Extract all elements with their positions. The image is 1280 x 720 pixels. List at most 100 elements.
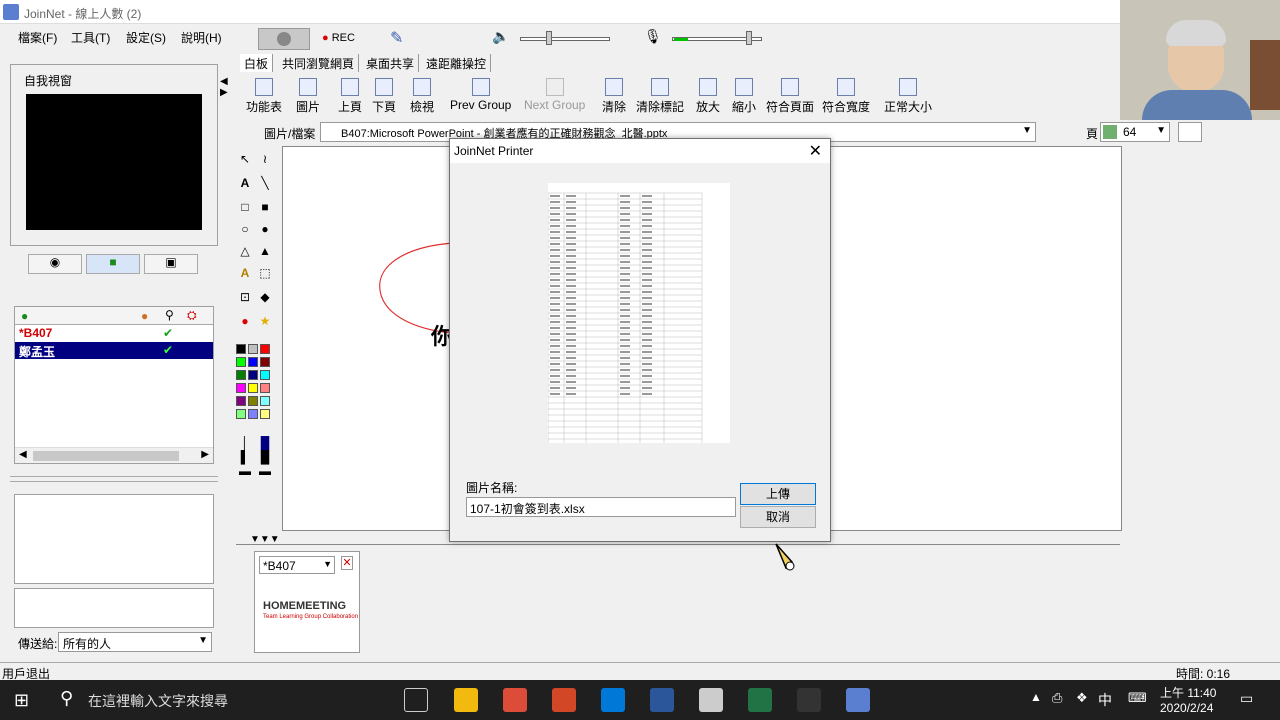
ribbon-button[interactable]: 縮小 bbox=[732, 74, 756, 118]
image-name-input[interactable]: 107-1初會簽到表.xlsx bbox=[466, 497, 736, 517]
color-swatch[interactable] bbox=[236, 344, 246, 354]
horizontal-scrollbar[interactable]: ◀ ▶ bbox=[15, 447, 213, 463]
ellipse-outline-icon[interactable]: ○ bbox=[236, 220, 254, 238]
color-swatch[interactable] bbox=[260, 396, 270, 406]
camera-toggle-button[interactable]: ◉ bbox=[28, 254, 82, 274]
ribbon-button[interactable]: 清除標記 bbox=[636, 74, 684, 118]
eraser-icon[interactable]: ◆ bbox=[256, 288, 274, 306]
ribbon-button[interactable]: 圖片 bbox=[296, 74, 320, 118]
rectangle-outline-icon[interactable]: □ bbox=[236, 198, 254, 216]
user-card-select[interactable]: *B407 ▼ bbox=[259, 556, 335, 574]
powerpoint-icon[interactable] bbox=[552, 688, 576, 712]
show-hidden-icons[interactable]: ▲ bbox=[1030, 690, 1042, 704]
tab-desktop-share[interactable]: 桌面共享 bbox=[362, 54, 420, 72]
printer-icon[interactable]: ⎙ bbox=[1052, 690, 1062, 706]
chat-input[interactable] bbox=[14, 588, 214, 628]
color-swatch[interactable] bbox=[260, 344, 270, 354]
color-swatch[interactable] bbox=[248, 396, 258, 406]
color-swatch[interactable] bbox=[260, 383, 270, 393]
color-swatch[interactable] bbox=[248, 344, 258, 354]
taskbar-date[interactable]: 2020/2/24 bbox=[1160, 701, 1213, 715]
highlight-text-icon[interactable]: A bbox=[236, 264, 254, 282]
ribbon-button[interactable]: 符合寬度 bbox=[822, 74, 870, 118]
speaker-icon[interactable]: 🔈 bbox=[492, 28, 512, 50]
ribbon-button[interactable]: 下頁 bbox=[372, 74, 396, 118]
list-item[interactable]: *B407 ✔ bbox=[15, 325, 213, 342]
splitter[interactable] bbox=[10, 476, 218, 482]
windows-start-icon[interactable]: ⊞ bbox=[14, 690, 29, 711]
color-swatch[interactable] bbox=[236, 370, 246, 380]
color-swatch[interactable] bbox=[248, 357, 258, 367]
ribbon-button[interactable]: 功能表 bbox=[246, 74, 282, 118]
ribbon-button[interactable]: 上頁 bbox=[338, 74, 362, 118]
color-swatch[interactable] bbox=[248, 409, 258, 419]
cancel-button[interactable]: 取消 bbox=[740, 506, 816, 528]
input-method-icon[interactable]: ⌨ bbox=[1128, 690, 1147, 706]
scroll-thumb[interactable] bbox=[33, 451, 179, 461]
line-tool-icon[interactable]: ╲ bbox=[256, 174, 274, 192]
7zip-icon[interactable] bbox=[797, 688, 821, 712]
ribbon-button[interactable]: 檢視 bbox=[410, 74, 434, 118]
video-display-button[interactable]: ■ bbox=[86, 254, 140, 274]
dropbox-icon[interactable]: ❖ bbox=[1076, 690, 1088, 706]
scroll-right-icon[interactable]: ▶ bbox=[201, 449, 209, 460]
taskbar-search-box[interactable]: 在這裡輸入文字來搜尋 bbox=[88, 691, 228, 711]
send-to-select[interactable]: 所有的人 ▼ bbox=[58, 632, 212, 652]
ribbon-button[interactable]: Prev Group bbox=[450, 74, 511, 118]
user-toggle-button[interactable] bbox=[258, 28, 310, 50]
search-icon[interactable]: ⚲ bbox=[60, 688, 73, 709]
zoom-area-icon[interactable]: ⊡ bbox=[236, 288, 254, 306]
file-explorer-icon[interactable] bbox=[454, 688, 478, 712]
apple-icon[interactable]: ● bbox=[236, 312, 254, 330]
color-swatch[interactable] bbox=[236, 383, 246, 393]
lasso-icon[interactable]: ≀ bbox=[256, 150, 274, 168]
color-swatch[interactable] bbox=[260, 357, 270, 367]
tab-whiteboard[interactable]: 白板 bbox=[240, 54, 274, 72]
select-area-icon[interactable]: ⬚ bbox=[256, 264, 274, 282]
wrench-icon[interactable]: ✎ bbox=[390, 28, 414, 50]
menu-tools[interactable]: 工具(T) bbox=[71, 29, 110, 46]
microphone-icon[interactable]: 🎙 bbox=[644, 28, 664, 50]
tab-cobrowse[interactable]: 共同瀏覽網頁 bbox=[278, 54, 360, 72]
record-button[interactable]: ● REC bbox=[322, 28, 364, 50]
list-item[interactable]: 鄭孟玉 ✔ bbox=[15, 342, 213, 359]
tab-remote-control[interactable]: 遠距離操控 bbox=[422, 54, 492, 72]
close-icon[interactable]: ✕ bbox=[341, 556, 353, 570]
ime-indicator[interactable]: 中 bbox=[1098, 690, 1112, 710]
menu-settings[interactable]: 設定(S) bbox=[126, 29, 166, 46]
color-swatch[interactable] bbox=[236, 409, 246, 419]
ribbon-button[interactable]: 正常大小 bbox=[884, 74, 932, 118]
task-view-icon[interactable] bbox=[404, 688, 428, 712]
color-swatch[interactable] bbox=[248, 383, 258, 393]
ribbon-button[interactable]: 放大 bbox=[696, 74, 720, 118]
taskbar-time[interactable]: 上午 11:40 bbox=[1160, 684, 1216, 701]
speaker-volume-slider[interactable] bbox=[520, 28, 610, 50]
menu-help[interactable]: 說明(H) bbox=[181, 29, 222, 46]
color-swatch[interactable] bbox=[236, 396, 246, 406]
pie-chart-icon[interactable] bbox=[1178, 122, 1202, 142]
notifications-icon[interactable]: ▭ bbox=[1240, 690, 1253, 707]
upload-button[interactable]: 上傳 bbox=[740, 483, 816, 505]
text-tool-icon[interactable]: A bbox=[236, 174, 254, 192]
mail-icon[interactable] bbox=[699, 688, 723, 712]
star-icon[interactable]: ★ bbox=[256, 312, 274, 330]
mic-volume-slider[interactable] bbox=[672, 28, 762, 50]
ellipse-fill-icon[interactable]: ● bbox=[256, 220, 274, 238]
rectangle-fill-icon[interactable]: ■ bbox=[256, 198, 274, 216]
joinnet-icon[interactable] bbox=[846, 688, 870, 712]
color-swatch[interactable] bbox=[248, 370, 258, 380]
store-icon[interactable] bbox=[601, 688, 625, 712]
scroll-left-icon[interactable]: ◀ bbox=[19, 449, 27, 460]
snapshot-button[interactable]: ▣ bbox=[144, 254, 198, 274]
word-icon[interactable] bbox=[650, 688, 674, 712]
polygon-fill-icon[interactable]: ▲ bbox=[256, 242, 274, 260]
ribbon-button[interactable]: 符合頁面 bbox=[766, 74, 814, 118]
arrow-pointer-icon[interactable]: ↖ bbox=[236, 150, 254, 168]
color-swatch[interactable] bbox=[260, 370, 270, 380]
close-icon[interactable]: ✕ bbox=[809, 141, 822, 161]
chrome-icon[interactable] bbox=[503, 688, 527, 712]
polygon-outline-icon[interactable]: △ bbox=[236, 242, 254, 260]
line-width-wide-icon[interactable]: ▬ bbox=[236, 462, 254, 480]
line-width-widest-icon[interactable]: ▬ bbox=[256, 462, 274, 480]
ribbon-button[interactable]: 清除 bbox=[602, 74, 626, 118]
